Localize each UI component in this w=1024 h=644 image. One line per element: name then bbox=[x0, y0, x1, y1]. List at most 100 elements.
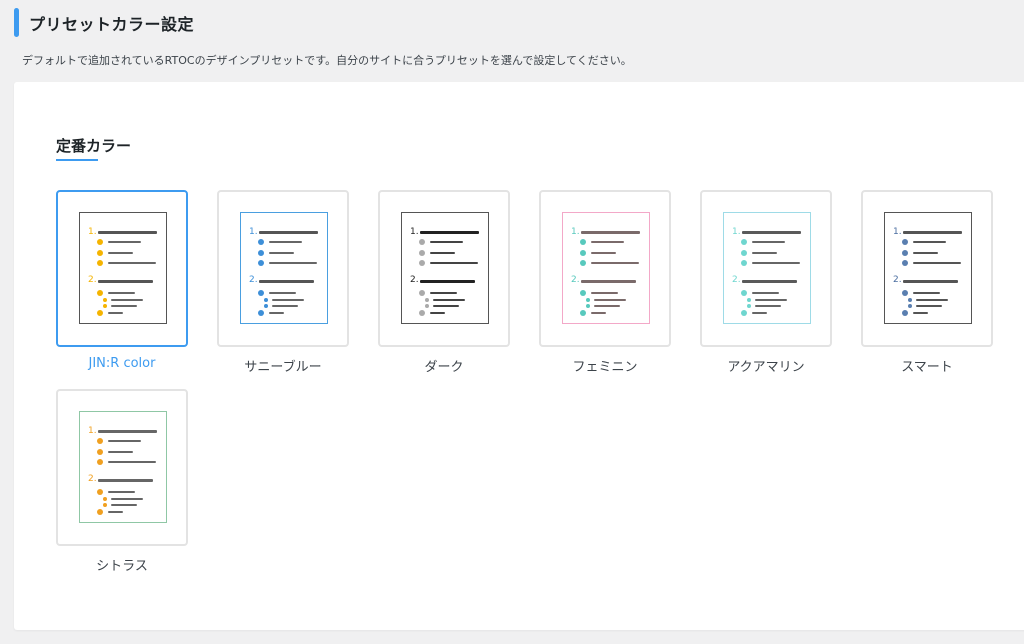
preview-text-line bbox=[752, 292, 779, 294]
preset-card[interactable]: 1. 2. bbox=[56, 389, 188, 546]
preset-card[interactable]: 1. 2. bbox=[861, 190, 993, 347]
preset-label[interactable]: スマート bbox=[861, 356, 993, 375]
preview-bullet-icon bbox=[97, 260, 103, 266]
preview-text-line bbox=[430, 312, 445, 314]
preset-label[interactable]: ダーク bbox=[378, 356, 510, 375]
preset-panel: 定番カラー 1. 2. JIN:R color 1. 2. サニーブルー 1. 2. ダーク 1.… bbox=[14, 82, 1024, 630]
preset-preview-document: 1. 2. bbox=[240, 212, 328, 324]
preview-number: 2. bbox=[88, 474, 97, 484]
preview-heading-line bbox=[581, 280, 636, 283]
preview-text-line bbox=[752, 312, 767, 314]
preview-bullet-icon bbox=[97, 310, 103, 316]
preset-card[interactable]: 1. 2. bbox=[378, 190, 510, 347]
preset-label[interactable]: JIN:R color bbox=[56, 356, 188, 371]
preview-text-line bbox=[430, 241, 463, 243]
preview-bullet-icon bbox=[902, 310, 908, 316]
preview-bullet-icon bbox=[97, 489, 103, 495]
preview-bullet-icon bbox=[580, 239, 586, 245]
preview-number: 1. bbox=[893, 227, 902, 237]
preset-option[interactable]: 1. 2. シトラス bbox=[56, 389, 188, 574]
preset-card[interactable]: 1. 2. bbox=[56, 190, 188, 347]
preview-text-line bbox=[913, 312, 928, 314]
preview-bullet-icon bbox=[97, 509, 103, 515]
preview-text-line bbox=[594, 299, 626, 301]
preview-text-line bbox=[269, 252, 294, 254]
preview-number: 2. bbox=[732, 275, 741, 285]
preset-preview-document: 1. 2. bbox=[401, 212, 489, 324]
preset-label[interactable]: サニーブルー bbox=[217, 356, 349, 375]
preview-sub-bullet-icon bbox=[264, 298, 268, 302]
preview-text-line bbox=[108, 451, 133, 453]
preview-text-line bbox=[430, 292, 457, 294]
preset-card[interactable]: 1. 2. bbox=[539, 190, 671, 347]
preset-option[interactable]: 1. 2. JIN:R color bbox=[56, 190, 188, 371]
preview-bullet-icon bbox=[741, 250, 747, 256]
preview-number: 2. bbox=[88, 275, 97, 285]
preview-text-line bbox=[111, 498, 143, 500]
preview-bullet-icon bbox=[580, 250, 586, 256]
preset-card[interactable]: 1. 2. bbox=[700, 190, 832, 347]
preview-text-line bbox=[111, 504, 137, 506]
preview-text-line bbox=[591, 312, 606, 314]
preview-heading-line bbox=[98, 280, 153, 283]
preview-heading-line bbox=[903, 280, 958, 283]
preview-heading-line bbox=[98, 430, 157, 433]
preview-heading-line bbox=[259, 280, 314, 283]
preview-text-line bbox=[752, 252, 777, 254]
preview-text-line bbox=[108, 511, 123, 513]
preview-sub-bullet-icon bbox=[747, 298, 751, 302]
preset-card[interactable]: 1. 2. bbox=[217, 190, 349, 347]
section-underline bbox=[56, 159, 98, 161]
preview-text-line bbox=[269, 241, 302, 243]
preset-preview-document: 1. 2. bbox=[79, 411, 167, 523]
preview-number: 1. bbox=[88, 426, 97, 436]
preview-number: 2. bbox=[410, 275, 419, 285]
preset-label[interactable]: アクアマリン bbox=[700, 356, 832, 375]
preview-bullet-icon bbox=[902, 250, 908, 256]
preview-sub-bullet-icon bbox=[103, 503, 107, 507]
preview-heading-line bbox=[259, 231, 318, 234]
preview-text-line bbox=[111, 299, 143, 301]
preview-sub-bullet-icon bbox=[103, 497, 107, 501]
preview-text-line bbox=[594, 305, 620, 307]
preview-bullet-icon bbox=[580, 290, 586, 296]
preview-text-line bbox=[108, 461, 156, 463]
preview-text-line bbox=[108, 292, 135, 294]
preset-option[interactable]: 1. 2. フェミニン bbox=[539, 190, 671, 375]
preview-bullet-icon bbox=[258, 239, 264, 245]
page-title: プリセットカラー設定 bbox=[29, 14, 195, 34]
preset-option[interactable]: 1. 2. ダーク bbox=[378, 190, 510, 375]
preset-label[interactable]: フェミニン bbox=[539, 356, 671, 375]
preview-text-line bbox=[752, 241, 785, 243]
preview-heading-line bbox=[420, 280, 475, 283]
preview-heading-line bbox=[742, 231, 801, 234]
preview-number: 1. bbox=[88, 227, 97, 237]
preview-text-line bbox=[755, 305, 781, 307]
preset-option[interactable]: 1. 2. スマート bbox=[861, 190, 993, 375]
preview-text-line bbox=[269, 312, 284, 314]
preview-text-line bbox=[272, 299, 304, 301]
preview-heading-line bbox=[98, 231, 157, 234]
preset-label[interactable]: シトラス bbox=[56, 555, 188, 574]
preview-sub-bullet-icon bbox=[586, 298, 590, 302]
preview-bullet-icon bbox=[258, 290, 264, 296]
preset-option[interactable]: 1. 2. サニーブルー bbox=[217, 190, 349, 375]
preview-bullet-icon bbox=[741, 290, 747, 296]
preview-bullet-icon bbox=[97, 449, 103, 455]
preview-bullet-icon bbox=[97, 290, 103, 296]
preview-bullet-icon bbox=[419, 290, 425, 296]
preview-text-line bbox=[430, 252, 455, 254]
preview-number: 1. bbox=[571, 227, 580, 237]
preview-sub-bullet-icon bbox=[103, 298, 107, 302]
preview-text-line bbox=[591, 252, 616, 254]
preview-bullet-icon bbox=[419, 310, 425, 316]
header-accent-bar bbox=[14, 8, 19, 37]
preview-text-line bbox=[269, 262, 317, 264]
preview-bullet-icon bbox=[97, 239, 103, 245]
preview-text-line bbox=[916, 299, 948, 301]
preview-text-line bbox=[916, 305, 942, 307]
preview-heading-line bbox=[903, 231, 962, 234]
preview-text-line bbox=[591, 241, 624, 243]
preview-text-line bbox=[913, 292, 940, 294]
preset-option[interactable]: 1. 2. アクアマリン bbox=[700, 190, 832, 375]
